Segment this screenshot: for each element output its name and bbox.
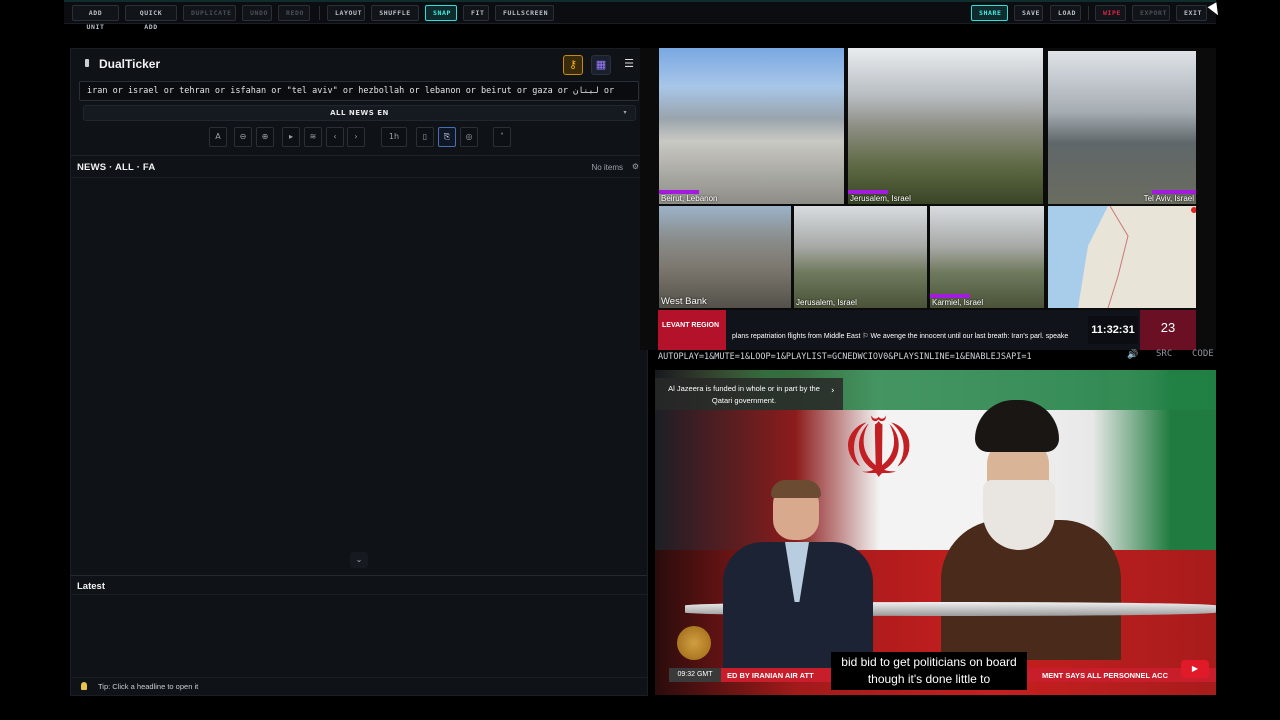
headline-right: MENT SAYS ALL PERSONNEL ACC [1042,671,1168,680]
font-size-button[interactable]: A [209,127,227,147]
news-anchor-figure [723,480,873,672]
news-ticker-strip: LEVANT REGION plans repatriation flights… [658,310,1196,350]
tip-bar: Tip: Click a headline to open it [71,677,647,695]
src-toggle[interactable]: SRC [1156,349,1172,359]
latest-title: Latest [77,581,105,592]
source-select-value: ALL NEWS EN [330,109,389,117]
search-query-input[interactable]: iran or israel or tehran or isfahan or "… [79,81,639,101]
speed-icon[interactable]: ≋ [304,127,322,147]
chevron-down-icon: ▾ [623,109,627,116]
camera-label: West Bank [661,296,707,307]
zoom-in-icon[interactable]: ⊕ [256,127,274,147]
code-toggle[interactable]: CODE [1192,349,1214,359]
duplicate-button[interactable]: DUPLICATE [183,5,236,21]
speaker-icon[interactable]: 🔊 [1127,350,1138,360]
source-select[interactable]: ALL NEWS EN ▾ [83,105,636,121]
camera-feed-tel-aviv[interactable]: Tel Aviv, Israel [1048,51,1196,204]
wipe-button[interactable]: WIPE [1095,5,1126,21]
next-icon[interactable]: › [347,127,365,147]
funding-notice[interactable]: Al Jazeera is funded in whole or in part… [655,378,843,410]
split-icon[interactable]: ⎘ [438,127,456,147]
tip-text: Tip: Click a headline to open it [98,682,199,691]
menu-icon[interactable]: ☰ [619,55,639,75]
exit-button[interactable]: EXIT [1176,5,1207,21]
camera-label: Beirut, Lebanon [661,194,718,203]
load-button[interactable]: LOAD [1050,5,1081,21]
add-unit-button[interactable]: ADD UNIT [72,5,119,31]
ticker-date: 23 [1140,310,1196,350]
toolbar-divider [319,6,320,20]
camera-icon[interactable]: ◎ [460,127,478,147]
collapse-icon[interactable]: ˄ [493,127,511,147]
share-button[interactable]: SHARE [971,5,1008,21]
news-ticker-panel: DualTicker ⚷ ▦ ☰ iran or israel or tehra… [70,48,648,696]
news-header: NEWS · ALL · FA No items ⚙ [71,155,647,175]
camera-feed-jerusalem[interactable]: Jerusalem, Israel [848,48,1043,204]
app-root: ADD UNIT QUICK ADD DUPLICATE UNDO REDO L… [0,0,1280,720]
news-item-count: No items [591,163,623,172]
app-title: DualTicker [99,57,161,71]
camera-feed-jerusalem-2[interactable]: Jerusalem, Israel [794,206,927,308]
video-player[interactable]: ☫ Al Jazeera is funded in whole or in pa… [655,370,1216,695]
previous-icon[interactable]: ‹ [326,127,344,147]
funding-notice-text: Al Jazeera is funded in whole or in part… [668,384,820,405]
snap-toggle[interactable]: SNAP [425,5,457,21]
camera-feed-karmiel[interactable]: Karmiel, Israel [930,206,1044,308]
chevron-down-icon[interactable]: ⌄ [350,552,368,568]
map-view[interactable] [1048,206,1196,308]
subtitle-caption: bid bid to get politicians on board thou… [831,652,1027,690]
camera-feed-beirut[interactable]: Beirut, Lebanon [659,48,844,204]
zoom-out-icon[interactable]: ⊖ [234,127,252,147]
news-feed-title: NEWS · ALL · FA [77,162,156,173]
ticker-clock: 11:32:31 [1088,316,1138,344]
play-icon[interactable]: ▸ [282,127,300,147]
chevron-right-icon[interactable]: › [831,386,835,396]
broadcast-time: 09:32 GMT [669,668,721,682]
channel-logo [677,626,711,660]
key-icon[interactable]: ⚷ [563,55,583,75]
gear-icon[interactable]: ⚙ [632,162,639,171]
region-badge: LEVANT REGION [658,310,726,350]
camera-label: Karmiel, Israel [932,298,984,307]
save-button[interactable]: SAVE [1014,5,1043,21]
camera-label: Jerusalem, Israel [850,194,911,203]
bookmark-icon[interactable]: ▯ [416,127,434,147]
export-button[interactable]: EXPORT [1132,5,1170,21]
redo-button[interactable]: REDO [278,5,310,21]
drag-handle-icon[interactable] [85,59,89,67]
camera-feed-west-bank[interactable]: West Bank [659,206,791,308]
time-range-button[interactable]: 1h [381,127,407,147]
news-list [71,177,647,573]
quick-add-button[interactable]: QUICK ADD [125,5,177,31]
stream-url: AUTOPLAY=1&MUTE=1&LOOP=1&PLAYLIST=GCNEDW… [658,352,1032,362]
top-toolbar: ADD UNIT QUICK ADD DUPLICATE UNDO REDO L… [64,0,1216,31]
camera-label: Tel Aviv, Israel [1143,194,1194,203]
shuffle-button[interactable]: SHUFFLE [371,5,419,21]
undo-button[interactable]: UNDO [242,5,272,21]
fit-button[interactable]: FIT [463,5,489,21]
camera-label: Jerusalem, Israel [796,298,857,307]
ticker-headline: plans repatriation flights from Middle E… [732,333,1069,340]
fullscreen-button[interactable]: FULLSCREEN [495,5,554,21]
youtube-icon[interactable]: ▶ [1181,660,1209,678]
map-region-shape [1048,206,1196,308]
layers-icon[interactable]: ▦ [591,55,611,75]
toolbar-divider [1088,6,1089,20]
camera-wall: Beirut, Lebanon Jerusalem, Israel Tel Av… [640,48,1216,350]
latest-header: Latest [71,575,647,595]
emblem-graphic: ☫ [841,399,917,497]
lightbulb-icon [81,682,87,690]
headline-left: ED BY IRANIAN AIR ATT [727,671,814,680]
layout-button[interactable]: LAYOUT [327,5,365,21]
